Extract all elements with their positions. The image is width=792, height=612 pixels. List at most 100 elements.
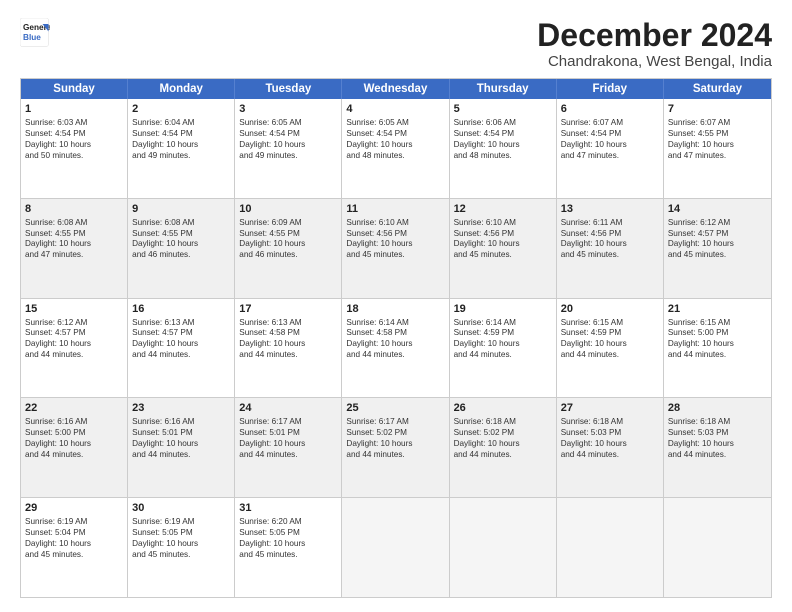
day-number-22: 22 [25, 401, 123, 416]
header-saturday: Saturday [664, 79, 771, 99]
cell-text-27: Sunrise: 6:18 AM Sunset: 5:03 PM Dayligh… [561, 417, 659, 460]
cal-cell-3-4: 26Sunrise: 6:18 AM Sunset: 5:02 PM Dayli… [450, 398, 557, 497]
day-number-25: 25 [346, 401, 444, 416]
cal-cell-4-2: 31Sunrise: 6:20 AM Sunset: 5:05 PM Dayli… [235, 498, 342, 597]
day-number-27: 27 [561, 401, 659, 416]
cell-text-21: Sunrise: 6:15 AM Sunset: 5:00 PM Dayligh… [668, 318, 767, 361]
cell-text-29: Sunrise: 6:19 AM Sunset: 5:04 PM Dayligh… [25, 517, 123, 560]
logo: General Blue [20, 18, 54, 48]
cal-cell-4-3 [342, 498, 449, 597]
cell-text-11: Sunrise: 6:10 AM Sunset: 4:56 PM Dayligh… [346, 218, 444, 261]
day-number-12: 12 [454, 202, 552, 217]
cal-cell-2-0: 15Sunrise: 6:12 AM Sunset: 4:57 PM Dayli… [21, 299, 128, 398]
cell-text-1: Sunrise: 6:03 AM Sunset: 4:54 PM Dayligh… [25, 118, 123, 161]
day-number-5: 5 [454, 102, 552, 117]
cell-text-23: Sunrise: 6:16 AM Sunset: 5:01 PM Dayligh… [132, 417, 230, 460]
cal-cell-0-0: 1Sunrise: 6:03 AM Sunset: 4:54 PM Daylig… [21, 99, 128, 198]
cell-text-13: Sunrise: 6:11 AM Sunset: 4:56 PM Dayligh… [561, 218, 659, 261]
header: General Blue December 2024 Chandrakona, … [20, 18, 772, 70]
day-number-29: 29 [25, 501, 123, 516]
day-number-6: 6 [561, 102, 659, 117]
cell-text-8: Sunrise: 6:08 AM Sunset: 4:55 PM Dayligh… [25, 218, 123, 261]
cal-cell-1-0: 8Sunrise: 6:08 AM Sunset: 4:55 PM Daylig… [21, 199, 128, 298]
cal-cell-0-2: 3Sunrise: 6:05 AM Sunset: 4:54 PM Daylig… [235, 99, 342, 198]
cal-cell-4-5 [557, 498, 664, 597]
day-number-4: 4 [346, 102, 444, 117]
cal-cell-4-0: 29Sunrise: 6:19 AM Sunset: 5:04 PM Dayli… [21, 498, 128, 597]
day-number-3: 3 [239, 102, 337, 117]
day-number-8: 8 [25, 202, 123, 217]
cal-row-2: 15Sunrise: 6:12 AM Sunset: 4:57 PM Dayli… [21, 299, 771, 399]
main-title: December 2024 [537, 18, 772, 53]
cal-cell-0-1: 2Sunrise: 6:04 AM Sunset: 4:54 PM Daylig… [128, 99, 235, 198]
day-number-20: 20 [561, 302, 659, 317]
cal-cell-2-4: 19Sunrise: 6:14 AM Sunset: 4:59 PM Dayli… [450, 299, 557, 398]
calendar: Sunday Monday Tuesday Wednesday Thursday… [20, 78, 772, 598]
svg-text:Blue: Blue [23, 33, 41, 42]
cal-cell-4-1: 30Sunrise: 6:19 AM Sunset: 5:05 PM Dayli… [128, 498, 235, 597]
cal-cell-3-5: 27Sunrise: 6:18 AM Sunset: 5:03 PM Dayli… [557, 398, 664, 497]
day-number-15: 15 [25, 302, 123, 317]
cal-cell-0-3: 4Sunrise: 6:05 AM Sunset: 4:54 PM Daylig… [342, 99, 449, 198]
cell-text-19: Sunrise: 6:14 AM Sunset: 4:59 PM Dayligh… [454, 318, 552, 361]
cell-text-9: Sunrise: 6:08 AM Sunset: 4:55 PM Dayligh… [132, 218, 230, 261]
cal-cell-0-4: 5Sunrise: 6:06 AM Sunset: 4:54 PM Daylig… [450, 99, 557, 198]
calendar-header: Sunday Monday Tuesday Wednesday Thursday… [21, 79, 771, 99]
day-number-9: 9 [132, 202, 230, 217]
cal-cell-2-2: 17Sunrise: 6:13 AM Sunset: 4:58 PM Dayli… [235, 299, 342, 398]
day-number-2: 2 [132, 102, 230, 117]
cal-cell-1-6: 14Sunrise: 6:12 AM Sunset: 4:57 PM Dayli… [664, 199, 771, 298]
cal-cell-3-3: 25Sunrise: 6:17 AM Sunset: 5:02 PM Dayli… [342, 398, 449, 497]
cell-text-25: Sunrise: 6:17 AM Sunset: 5:02 PM Dayligh… [346, 417, 444, 460]
cal-cell-3-1: 23Sunrise: 6:16 AM Sunset: 5:01 PM Dayli… [128, 398, 235, 497]
cal-cell-3-6: 28Sunrise: 6:18 AM Sunset: 5:03 PM Dayli… [664, 398, 771, 497]
cal-cell-1-3: 11Sunrise: 6:10 AM Sunset: 4:56 PM Dayli… [342, 199, 449, 298]
cal-cell-0-6: 7Sunrise: 6:07 AM Sunset: 4:55 PM Daylig… [664, 99, 771, 198]
cal-row-4: 29Sunrise: 6:19 AM Sunset: 5:04 PM Dayli… [21, 498, 771, 597]
day-number-13: 13 [561, 202, 659, 217]
cal-cell-2-6: 21Sunrise: 6:15 AM Sunset: 5:00 PM Dayli… [664, 299, 771, 398]
day-number-31: 31 [239, 501, 337, 516]
cell-text-10: Sunrise: 6:09 AM Sunset: 4:55 PM Dayligh… [239, 218, 337, 261]
header-sunday: Sunday [21, 79, 128, 99]
header-tuesday: Tuesday [235, 79, 342, 99]
cal-cell-4-4 [450, 498, 557, 597]
day-number-10: 10 [239, 202, 337, 217]
cell-text-26: Sunrise: 6:18 AM Sunset: 5:02 PM Dayligh… [454, 417, 552, 460]
cal-cell-4-6 [664, 498, 771, 597]
day-number-21: 21 [668, 302, 767, 317]
cal-cell-1-4: 12Sunrise: 6:10 AM Sunset: 4:56 PM Dayli… [450, 199, 557, 298]
cal-cell-0-5: 6Sunrise: 6:07 AM Sunset: 4:54 PM Daylig… [557, 99, 664, 198]
cell-text-4: Sunrise: 6:05 AM Sunset: 4:54 PM Dayligh… [346, 118, 444, 161]
cell-text-7: Sunrise: 6:07 AM Sunset: 4:55 PM Dayligh… [668, 118, 767, 161]
cal-cell-3-0: 22Sunrise: 6:16 AM Sunset: 5:00 PM Dayli… [21, 398, 128, 497]
cell-text-24: Sunrise: 6:17 AM Sunset: 5:01 PM Dayligh… [239, 417, 337, 460]
cal-cell-1-1: 9Sunrise: 6:08 AM Sunset: 4:55 PM Daylig… [128, 199, 235, 298]
cell-text-14: Sunrise: 6:12 AM Sunset: 4:57 PM Dayligh… [668, 218, 767, 261]
cal-row-1: 8Sunrise: 6:08 AM Sunset: 4:55 PM Daylig… [21, 199, 771, 299]
cal-cell-3-2: 24Sunrise: 6:17 AM Sunset: 5:01 PM Dayli… [235, 398, 342, 497]
cell-text-30: Sunrise: 6:19 AM Sunset: 5:05 PM Dayligh… [132, 517, 230, 560]
cell-text-5: Sunrise: 6:06 AM Sunset: 4:54 PM Dayligh… [454, 118, 552, 161]
cal-cell-2-5: 20Sunrise: 6:15 AM Sunset: 4:59 PM Dayli… [557, 299, 664, 398]
cell-text-6: Sunrise: 6:07 AM Sunset: 4:54 PM Dayligh… [561, 118, 659, 161]
day-number-1: 1 [25, 102, 123, 117]
cell-text-17: Sunrise: 6:13 AM Sunset: 4:58 PM Dayligh… [239, 318, 337, 361]
header-friday: Friday [557, 79, 664, 99]
cell-text-20: Sunrise: 6:15 AM Sunset: 4:59 PM Dayligh… [561, 318, 659, 361]
cal-row-3: 22Sunrise: 6:16 AM Sunset: 5:00 PM Dayli… [21, 398, 771, 498]
header-wednesday: Wednesday [342, 79, 449, 99]
cal-cell-1-2: 10Sunrise: 6:09 AM Sunset: 4:55 PM Dayli… [235, 199, 342, 298]
day-number-11: 11 [346, 202, 444, 217]
header-thursday: Thursday [450, 79, 557, 99]
general-blue-logo-icon: General Blue [20, 18, 50, 48]
page: General Blue December 2024 Chandrakona, … [0, 0, 792, 612]
cell-text-18: Sunrise: 6:14 AM Sunset: 4:58 PM Dayligh… [346, 318, 444, 361]
day-number-16: 16 [132, 302, 230, 317]
day-number-26: 26 [454, 401, 552, 416]
cell-text-31: Sunrise: 6:20 AM Sunset: 5:05 PM Dayligh… [239, 517, 337, 560]
day-number-18: 18 [346, 302, 444, 317]
cell-text-28: Sunrise: 6:18 AM Sunset: 5:03 PM Dayligh… [668, 417, 767, 460]
cal-cell-2-3: 18Sunrise: 6:14 AM Sunset: 4:58 PM Dayli… [342, 299, 449, 398]
day-number-19: 19 [454, 302, 552, 317]
